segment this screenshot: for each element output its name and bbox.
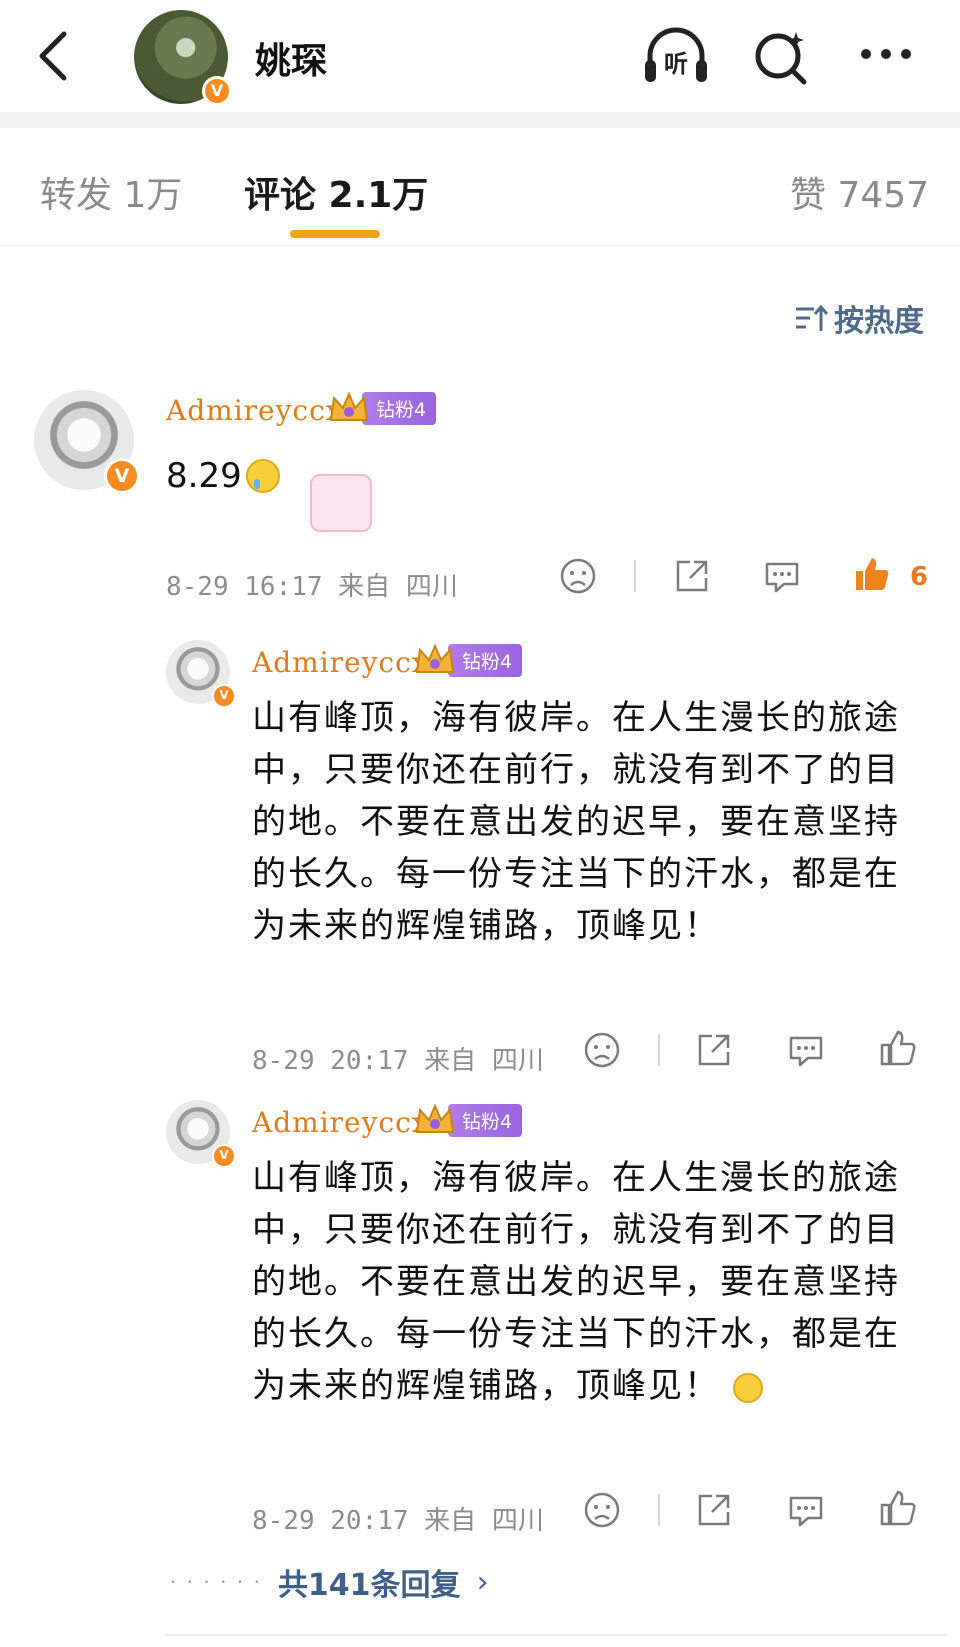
active-tab-indicator xyxy=(290,230,380,238)
like-icon[interactable] xyxy=(852,554,892,594)
fan-badge: 钻粉4 xyxy=(414,643,523,677)
reply-body: 山有峰顶，海有彼岸。在人生漫长的旅途中，只要你还在前行，就没有到不了的目的地。不… xyxy=(252,698,900,946)
crying-face-icon xyxy=(245,459,280,493)
page-title: 姚琛 xyxy=(255,41,328,82)
sort-label: 按热度 xyxy=(834,304,924,339)
back-icon[interactable] xyxy=(34,28,74,84)
verified-badge-icon: V xyxy=(202,76,232,106)
sort-button[interactable]: 按热度 xyxy=(794,296,924,340)
like-icon[interactable] xyxy=(878,1488,918,1528)
reply-text-block: 山有峰顶，海有彼岸。在人生漫长的旅途中，只要你还在前行，就没有到不了的目的地。不… xyxy=(252,1152,932,1412)
action-divider xyxy=(634,560,636,592)
tab-like[interactable]: 赞 7457 xyxy=(790,166,929,218)
share-icon[interactable] xyxy=(694,1030,734,1070)
top-bar: V 姚琛 听 xyxy=(0,0,960,112)
search-icon[interactable] xyxy=(748,24,820,88)
reply-icon[interactable] xyxy=(786,1490,826,1530)
dislike-face-icon[interactable] xyxy=(582,1490,622,1530)
avatar[interactable]: V xyxy=(166,640,236,708)
profile-avatar[interactable]: V xyxy=(134,10,232,106)
dislike-face-icon[interactable] xyxy=(582,1030,622,1070)
section-divider xyxy=(0,112,960,128)
reply-body: 山有峰顶，海有彼岸。在人生漫长的旅途中，只要你还在前行，就没有到不了的目的地。不… xyxy=(252,1158,900,1406)
tab-forward[interactable]: 转发 1万 xyxy=(40,166,182,218)
more-replies-link[interactable]: · · · · · · 共141条回复 › xyxy=(170,1560,489,1604)
comment-body: 8.29 xyxy=(166,456,242,496)
avatar[interactable]: V xyxy=(34,390,140,494)
crown-icon xyxy=(415,1103,455,1133)
reply-username[interactable]: Admireyccx xyxy=(252,646,429,679)
sticker-image xyxy=(310,474,372,532)
share-icon[interactable] xyxy=(672,556,712,596)
verified-badge-icon: V xyxy=(212,684,236,708)
dislike-face-icon[interactable] xyxy=(558,556,598,596)
like-icon[interactable] xyxy=(878,1028,918,1068)
reply-meta: 8-29 20:17 来自 四川 xyxy=(252,1506,544,1536)
action-divider xyxy=(658,1034,660,1066)
more-icon[interactable] xyxy=(852,24,924,88)
tab-bar: 转发 1万 评论 2.1万 赞 7457 xyxy=(0,128,960,246)
more-replies-label: 共141条回复 xyxy=(277,1568,461,1603)
fan-badge-label: 钻粉4 xyxy=(448,643,523,677)
like-count: 6 xyxy=(910,562,929,592)
fan-badge-label: 钻粉4 xyxy=(448,1103,523,1137)
reply-username[interactable]: Admireyccx xyxy=(252,1106,429,1139)
verified-badge-icon: V xyxy=(104,458,140,494)
comment-meta: 8-29 16:17 来自 四川 xyxy=(166,572,458,602)
avatar[interactable]: V xyxy=(166,1100,236,1168)
reply-icon[interactable] xyxy=(762,556,802,596)
dotted-line: · · · · · · xyxy=(170,1570,262,1594)
crown-icon xyxy=(329,391,369,421)
chevron-right-icon: › xyxy=(476,1564,489,1600)
reply-icon[interactable] xyxy=(786,1030,826,1070)
action-divider xyxy=(658,1494,660,1526)
reply-meta: 8-29 20:17 来自 四川 xyxy=(252,1046,544,1076)
comment-divider xyxy=(166,1634,946,1636)
verified-badge-icon: V xyxy=(212,1144,236,1168)
tab-comment[interactable]: 评论 2.1万 xyxy=(244,166,428,218)
fan-badge-label: 钻粉4 xyxy=(362,391,437,425)
fan-badge: 钻粉4 xyxy=(328,391,437,425)
comment-username[interactable]: Admireyccx xyxy=(166,394,343,427)
share-icon[interactable] xyxy=(694,1490,734,1530)
crown-icon xyxy=(415,643,455,673)
hug-emoji-icon xyxy=(732,1373,763,1403)
comment-text: 8.29 xyxy=(166,456,280,496)
sort-icon xyxy=(796,304,828,331)
listen-icon[interactable]: 听 xyxy=(640,24,712,88)
listen-label: 听 xyxy=(664,50,688,78)
fan-badge: 钻粉4 xyxy=(414,1103,523,1137)
